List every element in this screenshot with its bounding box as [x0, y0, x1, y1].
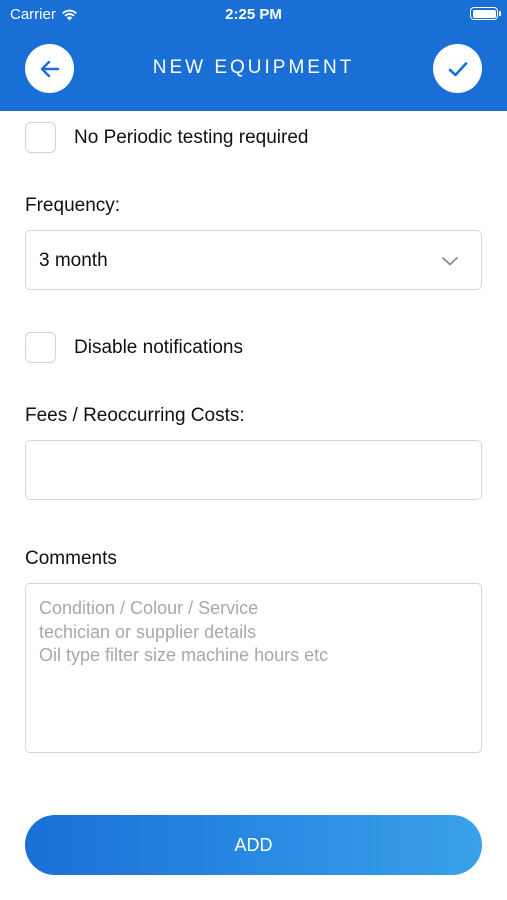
no-periodic-testing-checkbox[interactable]	[25, 122, 56, 153]
checkmark-icon	[448, 61, 467, 76]
save-button[interactable]	[433, 44, 482, 93]
status-time: 2:25 PM	[225, 6, 282, 23]
comments-textarea[interactable]: Condition / Colour / Service techician o…	[25, 583, 482, 753]
no-periodic-testing-row[interactable]: No Periodic testing required	[25, 122, 308, 153]
fees-label: Fees / Reoccurring Costs:	[25, 405, 245, 426]
disable-notifications-checkbox[interactable]	[25, 332, 56, 363]
battery-fill	[472, 9, 496, 18]
frequency-select[interactable]: 3 month	[25, 230, 482, 290]
app-header: Carrier 2:25 PM NEW EQUIPMENT	[0, 0, 507, 111]
comments-label: Comments	[25, 548, 117, 569]
disable-notifications-label: Disable notifications	[74, 336, 243, 358]
disable-notifications-row[interactable]: Disable notifications	[25, 332, 243, 363]
comments-placeholder-line: techician or supplier details	[39, 621, 257, 642]
battery-icon	[470, 7, 501, 20]
add-button[interactable]: ADD	[25, 815, 482, 875]
frequency-value: 3 month	[39, 250, 108, 271]
comments-placeholder-line: Oil type filter size machine hours etc	[39, 645, 329, 665]
frequency-label: Frequency:	[25, 195, 121, 216]
page-title: NEW EQUIPMENT	[152, 57, 355, 78]
comments-placeholder-line: Condition / Colour / Service	[39, 598, 259, 618]
chevron-down-icon	[442, 257, 458, 266]
no-periodic-testing-label: No Periodic testing required	[74, 126, 309, 148]
fees-input[interactable]	[25, 440, 482, 500]
status-bar: Carrier 2:25 PM	[0, 0, 507, 28]
